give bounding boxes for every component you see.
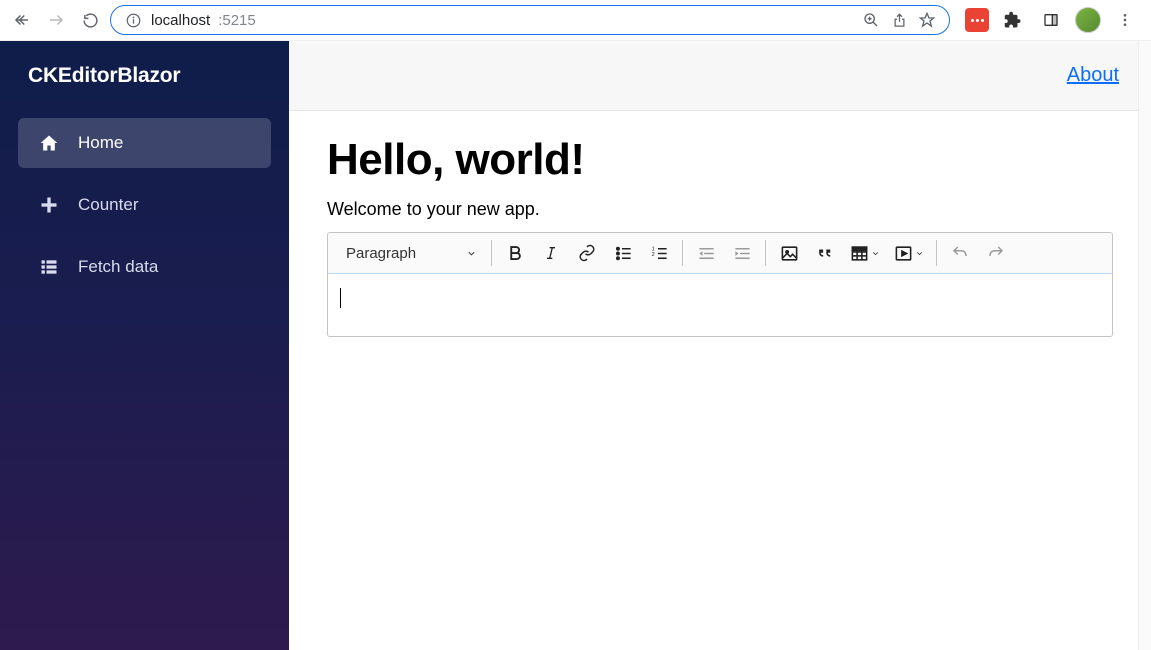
sidebar-item-fetch[interactable]: Fetch data — [18, 242, 271, 292]
numbered-list-button[interactable]: 12 — [646, 240, 672, 266]
sidebar-item-counter[interactable]: Counter — [18, 180, 271, 230]
chrome-actions — [965, 6, 1143, 34]
welcome-text: Welcome to your new app. — [327, 199, 1113, 220]
page-title: Hello, world! — [327, 135, 1113, 185]
table-button[interactable] — [848, 240, 882, 266]
zoom-icon[interactable] — [861, 12, 881, 28]
omnibox[interactable]: localhost :5215 — [110, 5, 950, 35]
home-icon — [38, 133, 60, 153]
site-info-icon[interactable] — [123, 13, 143, 28]
page-content: Hello, world! Welcome to your new app. P… — [289, 111, 1151, 357]
editor-toolbar: Paragraph 12 — [328, 233, 1112, 274]
bookmark-star-icon[interactable] — [917, 12, 937, 28]
bold-button[interactable] — [502, 240, 528, 266]
ckeditor: Paragraph 12 — [327, 232, 1113, 337]
heading-dropdown-label: Paragraph — [346, 245, 416, 262]
italic-button[interactable] — [538, 240, 564, 266]
main-region: About Hello, world! Welcome to your new … — [289, 41, 1151, 650]
sidebar-nav: Home Counter Fetch data — [0, 118, 289, 292]
back-button[interactable] — [8, 6, 36, 34]
page-scrollbar[interactable] — [1138, 41, 1151, 650]
list-icon — [38, 257, 60, 277]
forward-button[interactable] — [42, 6, 70, 34]
sidebar-item-label: Counter — [78, 195, 138, 215]
panel-icon[interactable] — [1037, 6, 1065, 34]
blockquote-button[interactable] — [812, 240, 838, 266]
undo-button[interactable] — [947, 240, 973, 266]
redo-button[interactable] — [983, 240, 1009, 266]
topbar: About — [289, 41, 1151, 111]
browser-chrome: localhost :5215 — [0, 0, 1151, 41]
bulleted-list-button[interactable] — [610, 240, 636, 266]
chevron-down-icon — [466, 248, 477, 259]
svg-text:2: 2 — [651, 251, 654, 257]
profile-avatar[interactable] — [1075, 7, 1101, 33]
app-root: CKEditorBlazor Home Counter Fetch data — [0, 41, 1151, 650]
media-button[interactable] — [892, 240, 926, 266]
text-caret — [340, 288, 341, 308]
sidebar-item-home[interactable]: Home — [18, 118, 271, 168]
extension-icon[interactable] — [965, 8, 989, 32]
share-icon[interactable] — [889, 13, 909, 28]
chrome-menu-icon[interactable] — [1111, 6, 1139, 34]
app-title: CKEditorBlazor — [0, 41, 289, 118]
plus-icon — [38, 195, 60, 215]
chevron-down-icon — [871, 249, 880, 258]
sidebar-item-label: Home — [78, 133, 123, 153]
url-port: :5215 — [218, 12, 256, 29]
url-host: localhost — [151, 12, 210, 29]
extensions-puzzle-icon[interactable] — [999, 6, 1027, 34]
reload-button[interactable] — [76, 6, 104, 34]
sidebar: CKEditorBlazor Home Counter Fetch data — [0, 41, 289, 650]
outdent-button[interactable] — [693, 240, 719, 266]
image-button[interactable] — [776, 240, 802, 266]
heading-dropdown[interactable]: Paragraph — [334, 237, 489, 269]
about-link[interactable]: About — [1067, 64, 1119, 87]
sidebar-item-label: Fetch data — [78, 257, 158, 277]
chevron-down-icon — [915, 249, 924, 258]
editor-content-area[interactable] — [327, 273, 1113, 337]
indent-button[interactable] — [729, 240, 755, 266]
link-button[interactable] — [574, 240, 600, 266]
